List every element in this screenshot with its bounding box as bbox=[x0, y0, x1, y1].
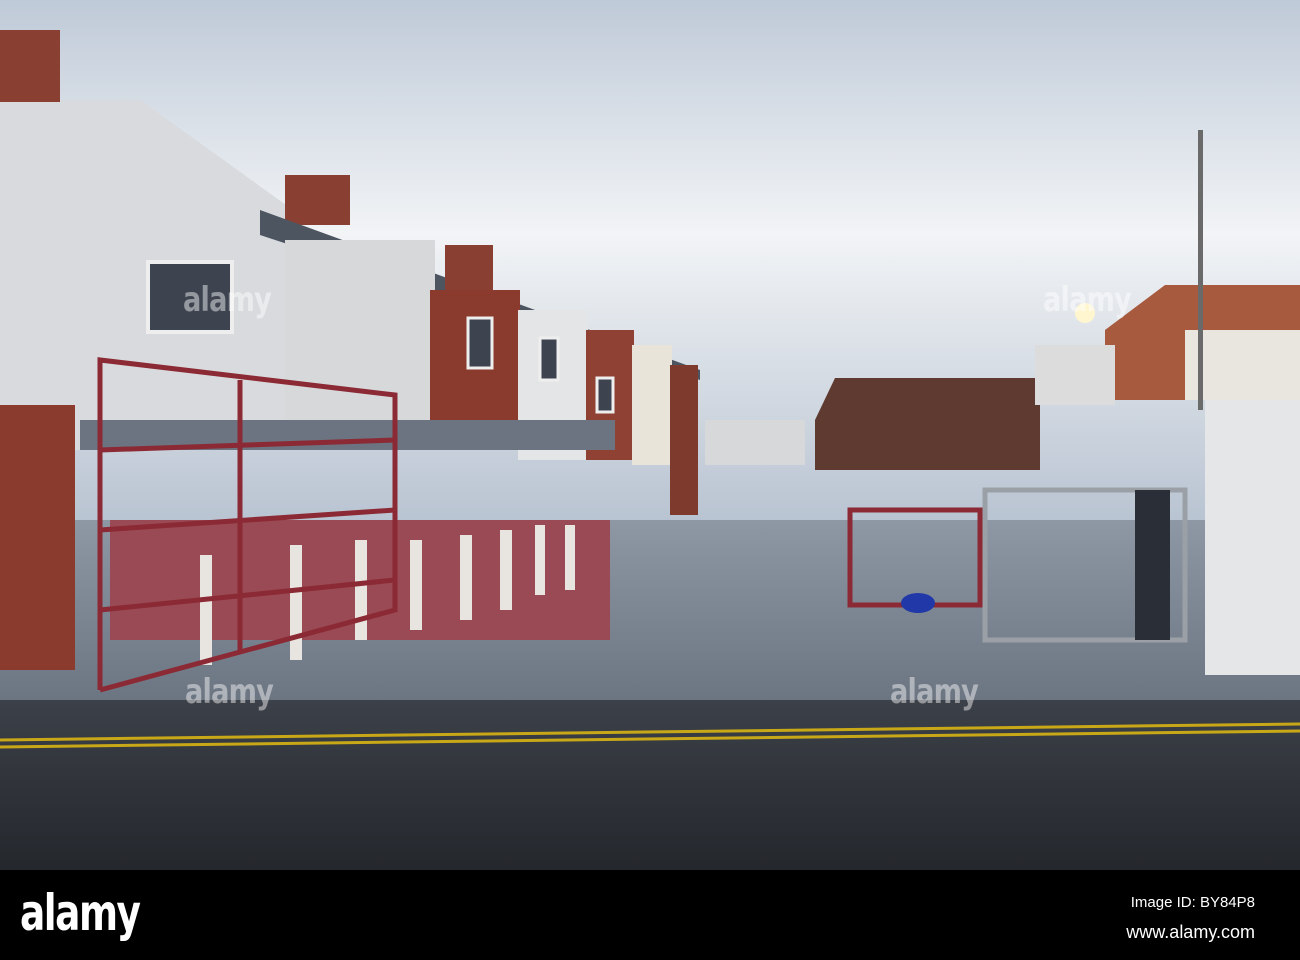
watermark: alamy bbox=[890, 672, 979, 712]
website-url: www.alamy.com bbox=[1126, 922, 1255, 942]
chimney bbox=[445, 245, 493, 290]
brick-wall bbox=[0, 405, 75, 670]
footer-bar: alamy Image ID: BY84P8 www.alamy.com bbox=[0, 870, 1300, 960]
person bbox=[1135, 490, 1170, 640]
stock-photo: alamy alamy alamy alamy alamy Image ID: … bbox=[0, 0, 1300, 960]
light-pole bbox=[1198, 130, 1203, 410]
window bbox=[538, 336, 560, 382]
house bbox=[285, 240, 435, 450]
window bbox=[595, 376, 615, 414]
white-shed bbox=[1205, 400, 1300, 675]
chimney bbox=[0, 30, 60, 102]
cream-house bbox=[632, 345, 672, 465]
livestock-market-scene bbox=[0, 0, 1300, 870]
blue-bucket bbox=[901, 593, 935, 613]
distant-building bbox=[705, 420, 805, 465]
image-id: Image ID: BY84P8 bbox=[1130, 894, 1255, 911]
chimney bbox=[285, 175, 350, 225]
watermark: alamy bbox=[1043, 280, 1132, 320]
right-building bbox=[1035, 345, 1115, 405]
window bbox=[466, 316, 494, 370]
watermark: alamy bbox=[183, 280, 272, 320]
brick-house bbox=[670, 365, 698, 515]
barn bbox=[815, 378, 1040, 470]
alamy-logo: alamy bbox=[20, 884, 141, 942]
watermark: alamy bbox=[185, 672, 274, 712]
